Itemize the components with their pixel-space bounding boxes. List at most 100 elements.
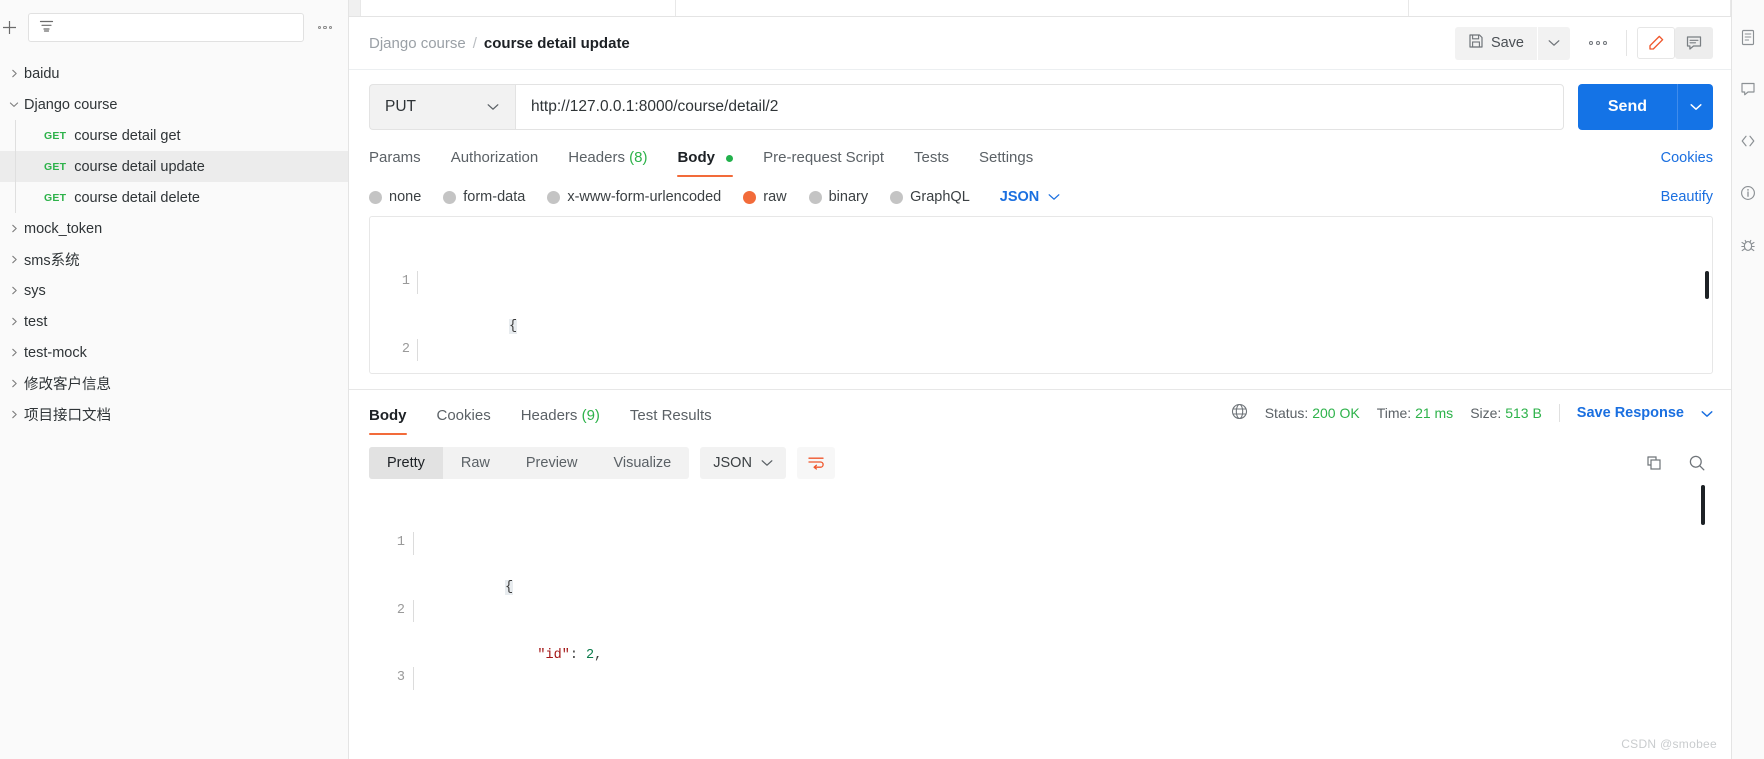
document-icon[interactable] [1736, 26, 1760, 48]
request-body-code[interactable]: { ····"name": "我是最新的", ····"introduction… [417, 226, 1692, 373]
response-body-viewer[interactable]: 1 2 3 4 5 6 7 8 9 { "id": 2, [369, 483, 1713, 698]
response-format-value: JSON [713, 455, 752, 471]
sidebar-item-test[interactable]: test [0, 306, 348, 337]
response-tabs-row: Body Cookies Headers (9) Test Results St… [349, 390, 1731, 435]
tab-label: Test Results [629, 407, 712, 424]
code-token: 2 [586, 647, 595, 663]
tab-params[interactable]: Params [369, 144, 421, 177]
response-body-scrollbar[interactable] [1701, 485, 1705, 525]
sidebar-item-label: test-mock [24, 344, 87, 361]
comment-icon[interactable] [1736, 78, 1760, 100]
copy-icon[interactable] [1638, 447, 1670, 479]
cookies-link[interactable]: Cookies [1661, 150, 1713, 177]
response-view-preview[interactable]: Preview [508, 447, 596, 479]
sidebar-item-mock-token[interactable]: mock_token [0, 213, 348, 244]
tab-settings[interactable]: Settings [979, 144, 1033, 177]
tab-strip-segment[interactable] [676, 0, 835, 16]
sidebar-item-django-course[interactable]: Django course [0, 89, 348, 120]
http-method-select[interactable]: PUT [369, 84, 515, 130]
sidebar-item-test-mock[interactable]: test-mock [0, 337, 348, 368]
tab-label: Pre-request Script [763, 149, 885, 166]
indent-guide [413, 599, 414, 622]
response-body-code[interactable]: { "id": 2, "teacher": "smobee", "name": … [413, 487, 1693, 698]
tab-body[interactable]: Body [677, 144, 734, 177]
sidebar-item-customer-info[interactable]: 修改客户信息 [0, 368, 348, 399]
sidebar-item-sys[interactable]: sys [0, 275, 348, 306]
response-tab-test-results[interactable]: Test Results [630, 402, 712, 435]
radio-icon [808, 190, 822, 204]
code-icon[interactable] [1736, 130, 1760, 152]
response-format-select[interactable]: JSON [700, 447, 786, 479]
tab-strip-segment[interactable] [349, 0, 362, 16]
sidebar-item-label: mock_token [24, 220, 103, 237]
sidebar-item-sms[interactable]: sms系统 [0, 244, 348, 275]
save-button[interactable]: Save [1454, 26, 1537, 60]
sidebar-request-course-detail-update[interactable]: GET course detail update [0, 151, 348, 182]
body-type-binary[interactable]: binary [808, 189, 868, 205]
breadcrumb-current[interactable]: course detail update [484, 35, 630, 52]
url-value: http://127.0.0.1:8000/course/detail/2 [531, 98, 779, 115]
tab-authorization[interactable]: Authorization [451, 144, 539, 177]
save-response-button[interactable]: Save Response [1577, 405, 1684, 421]
bug-icon[interactable] [1736, 234, 1760, 256]
info-icon[interactable] [1736, 182, 1760, 204]
url-input[interactable]: http://127.0.0.1:8000/course/detail/2 [515, 84, 1564, 130]
chevron-right-icon [4, 410, 24, 419]
response-tab-cookies[interactable]: Cookies [437, 402, 491, 435]
breadcrumb-parent[interactable]: Django course [369, 35, 466, 52]
tree-guide-line [15, 120, 16, 151]
request-body-editor[interactable]: 1 2 3 4 5 { ····"name": "我是最新的", ····"in… [369, 216, 1713, 374]
response-tab-body[interactable]: Body [369, 402, 407, 435]
radio-icon [547, 190, 561, 204]
beautify-link[interactable]: Beautify [1661, 189, 1713, 205]
sidebar-more-icon[interactable] [312, 17, 338, 39]
request-body-scrollbar[interactable] [1705, 271, 1709, 299]
body-type-urlencoded[interactable]: x-www-form-urlencoded [547, 189, 721, 205]
response-view-pretty[interactable]: Pretty [369, 447, 443, 479]
tab-strip-segment[interactable] [1409, 0, 1731, 16]
response-view-raw[interactable]: Raw [443, 447, 508, 479]
radio-icon [443, 190, 457, 204]
comment-icon[interactable] [1675, 27, 1713, 59]
sidebar-filter-input[interactable] [28, 13, 304, 42]
word-wrap-icon[interactable] [796, 447, 835, 479]
sidebar-request-course-detail-delete[interactable]: GET course detail delete [0, 182, 348, 213]
save-response-chevron-down-icon[interactable] [1701, 405, 1713, 421]
body-type-graphql[interactable]: GraphQL [890, 189, 970, 205]
sidebar-item-api-docs[interactable]: 项目接口文档 [0, 399, 348, 430]
send-button[interactable]: Send [1577, 84, 1677, 130]
request-method-label: GET [44, 129, 67, 142]
pencil-icon[interactable] [1637, 27, 1675, 59]
send-dropdown-chevron-down-icon[interactable] [1677, 84, 1713, 130]
indent-guide [413, 532, 414, 555]
tab-strip-segment[interactable] [836, 0, 1410, 16]
code-line: { [413, 532, 1693, 595]
time-field: Time: 21 ms [1377, 405, 1454, 421]
body-type-raw[interactable]: raw [743, 189, 787, 205]
search-icon[interactable] [1681, 447, 1713, 479]
tab-tests[interactable]: Tests [914, 144, 949, 177]
sidebar-item-label: 修改客户信息 [24, 377, 111, 393]
new-item-icon[interactable] [0, 17, 20, 39]
save-dropdown-chevron-down-icon[interactable] [1538, 26, 1570, 60]
body-format-select[interactable]: JSON [1000, 189, 1061, 205]
sidebar-request-course-detail-get[interactable]: GET course detail get [0, 120, 348, 151]
response-view-visualize[interactable]: Visualize [595, 447, 689, 479]
response-meta: Status: 200 OK Time: 21 ms Size: 513 B S… [1231, 403, 1713, 434]
body-format-value: JSON [999, 189, 1040, 205]
response-toolbar: Pretty Raw Preview Visualize JSON [349, 435, 1731, 479]
tab-label: Body [369, 407, 407, 424]
response-tab-headers[interactable]: Headers (9) [521, 402, 600, 435]
code-token: { [509, 319, 518, 334]
body-type-none[interactable]: none [369, 189, 421, 205]
sidebar-item-baidu[interactable]: baidu [0, 58, 348, 89]
tab-headers[interactable]: Headers (8) [568, 144, 647, 177]
body-type-label: GraphQL [910, 189, 970, 205]
tab-label: Headers [568, 149, 625, 166]
body-type-form-data[interactable]: form-data [443, 189, 525, 205]
tab-strip-segment[interactable] [361, 0, 677, 16]
tab-pre-request-script[interactable]: Pre-request Script [763, 144, 884, 177]
radio-icon [369, 190, 382, 204]
request-more-ellipsis-icon[interactable] [1580, 27, 1616, 60]
breadcrumb-separator: / [472, 34, 477, 52]
